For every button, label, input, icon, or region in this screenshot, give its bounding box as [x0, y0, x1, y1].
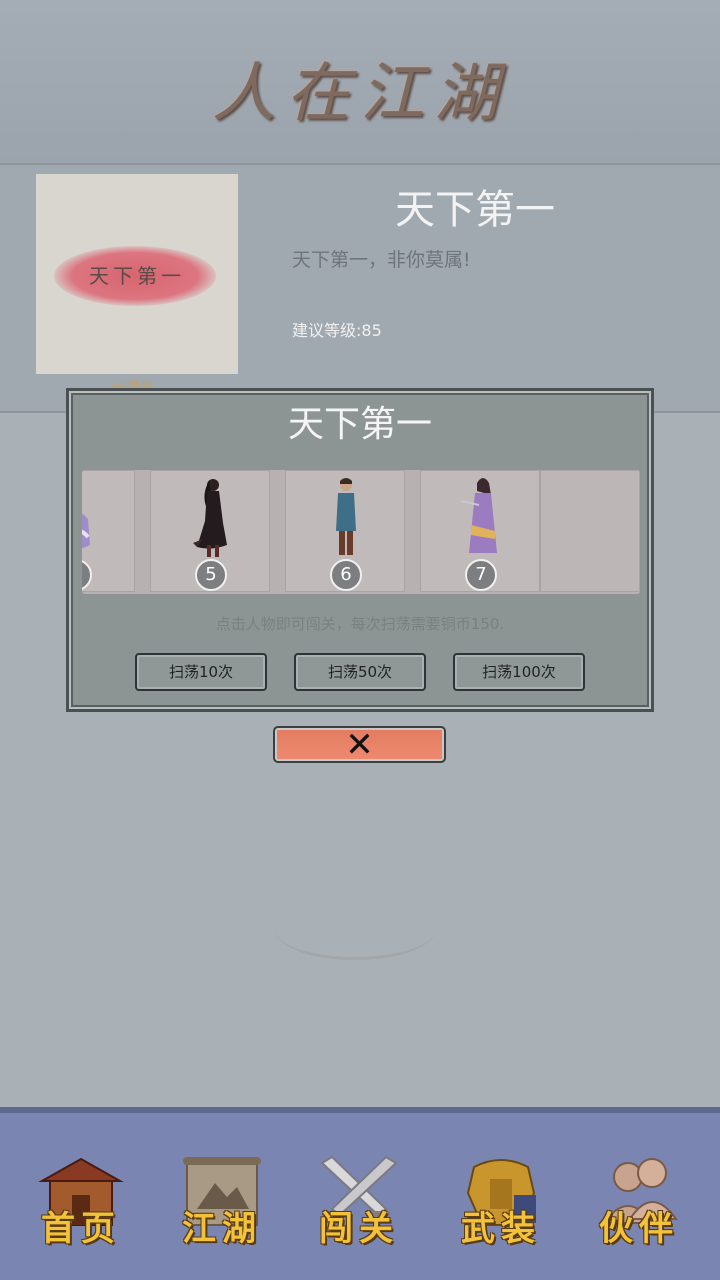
close-x-icon: ✕	[345, 725, 374, 765]
hero-number-badge: 5	[195, 559, 227, 591]
nav-item-armor[interactable]: 武装	[446, 1143, 556, 1263]
sweep-10-button[interactable]: 扫荡10次	[135, 653, 267, 691]
background-sword-decoration	[275, 900, 435, 960]
hero-card-5[interactable]: 5	[150, 470, 270, 592]
stage-card[interactable]: 天下第一 天下第一 天下第一，非你莫属! 建议等级:85 已通关	[0, 165, 720, 413]
hero-number-badge: 6	[330, 559, 362, 591]
nav-label: 江湖	[182, 1209, 262, 1249]
nav-item-home[interactable]: 首页	[26, 1143, 136, 1263]
hero-card-6[interactable]: 6	[285, 470, 405, 592]
dialog-title: 天下第一	[287, 404, 432, 445]
bottom-nav: 首页 江湖 闯关 武装 伙伴	[0, 1107, 720, 1280]
stage-thumbnail-text: 天下第一	[89, 264, 185, 288]
nav-label: 武装	[461, 1209, 541, 1249]
hero-list[interactable]: 4 5 6	[82, 470, 640, 594]
stage-thumbnail: 天下第一	[36, 174, 238, 374]
hero-card-empty	[540, 470, 640, 592]
hero-figure-icon	[193, 479, 227, 557]
hero-figure-icon	[336, 478, 356, 555]
nav-item-jianghu[interactable]: 江湖	[167, 1143, 277, 1263]
stage-recommended-level: 建议等级:85	[292, 321, 382, 340]
hero-card-4[interactable]: 4	[82, 470, 135, 592]
sweep-50-button[interactable]: 扫荡50次	[294, 653, 426, 691]
stage-dialog: 天下第一 4 5	[66, 388, 654, 712]
nav-label: 闯关	[319, 1209, 399, 1249]
hero-card-7[interactable]: 7	[420, 470, 540, 592]
close-button[interactable]: ✕	[273, 725, 446, 765]
hero-number-badge: 7	[465, 559, 497, 591]
nav-item-partners[interactable]: 伙伴	[584, 1143, 694, 1263]
sweep-hint: 点击人物即可闯关，每次扫荡需要铜币150.	[215, 615, 505, 633]
stage-description: 天下第一，非你莫属!	[292, 249, 471, 271]
nav-label: 伙伴	[599, 1209, 679, 1249]
stage-name: 天下第一	[395, 187, 555, 233]
nav-item-challenge[interactable]: 闯关	[304, 1143, 414, 1263]
hero-figure-icon	[82, 513, 90, 549]
sweep-100-button[interactable]: 扫荡100次	[453, 653, 585, 691]
page-title: 人在江湖	[212, 57, 508, 131]
header: 人在江湖	[0, 0, 720, 165]
hero-figure-icon	[460, 478, 497, 553]
hero-number-badge: 4	[82, 559, 92, 591]
nav-label: 首页	[41, 1209, 121, 1249]
